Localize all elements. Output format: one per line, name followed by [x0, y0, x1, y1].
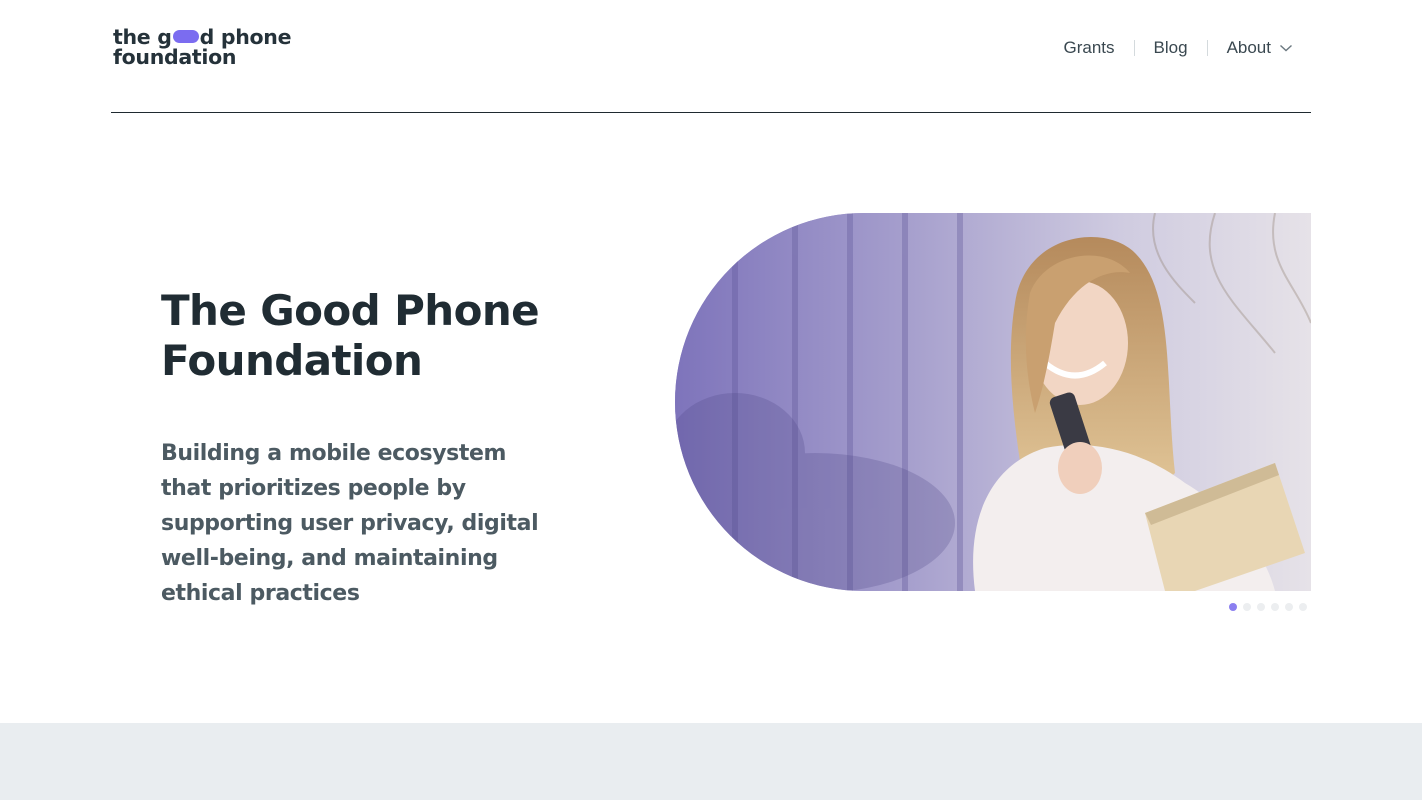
next-section-band [0, 723, 1422, 800]
carousel-dot-4[interactable] [1271, 603, 1279, 611]
hero-image [675, 213, 1311, 591]
carousel-dot-3[interactable] [1257, 603, 1265, 611]
nav-item-about[interactable]: About [1208, 36, 1293, 60]
chevron-down-icon [1280, 44, 1292, 52]
carousel-dot-1[interactable] [1229, 603, 1237, 611]
logo-pill-icon [172, 30, 199, 43]
site-logo[interactable]: the gd phone foundation [113, 27, 293, 71]
logo-line-1: the gd phone [113, 25, 292, 49]
nav-item-grants[interactable]: Grants [1064, 36, 1134, 60]
nav-item-blog[interactable]: Blog [1135, 36, 1207, 60]
main-nav: Grants Blog About [1064, 36, 1294, 60]
carousel-dot-6[interactable] [1299, 603, 1307, 611]
site-header: the gd phone foundation Grants Blog Abou… [111, 0, 1311, 113]
nav-item-about-label: About [1226, 38, 1271, 57]
logo-line-2: foundation [113, 45, 237, 69]
carousel-dot-5[interactable] [1285, 603, 1293, 611]
hero-subtitle: Building a mobile ecosystem that priorit… [161, 441, 539, 606]
hero-title: The Good Phone Foundation [161, 286, 540, 385]
woman-with-phone-photo-icon [675, 213, 1311, 591]
carousel-dot-2[interactable] [1243, 603, 1251, 611]
carousel-dots [1229, 603, 1307, 611]
